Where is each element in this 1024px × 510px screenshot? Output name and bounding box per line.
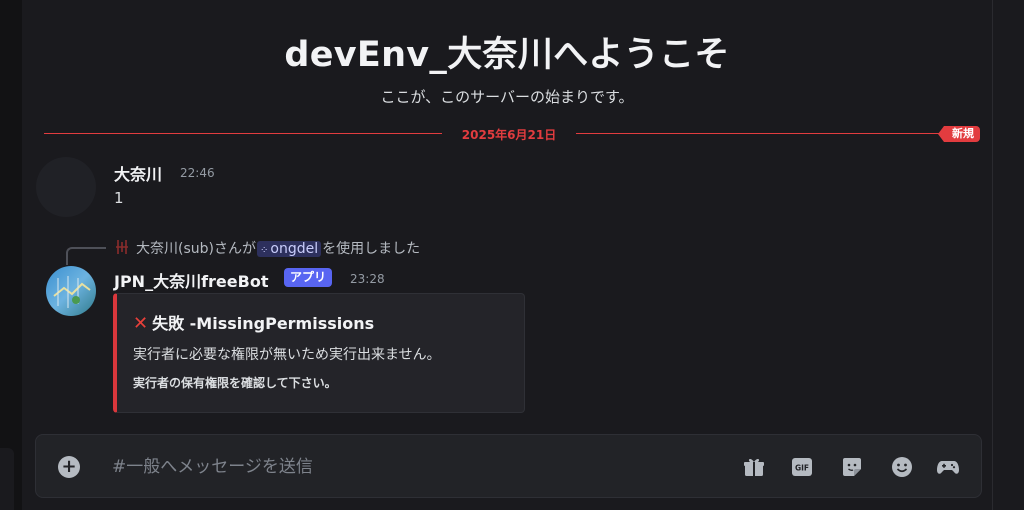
sticker-icon[interactable] [840, 455, 864, 479]
embed-footer-text: 実行者の保有権限を確認して下さい。 [133, 376, 337, 390]
error-embed: ✕ 失敗 -MissingPermissions 実行者に必要な権限が無いため実行… [113, 293, 525, 413]
reply-user[interactable]: 大奈川(sub) [136, 241, 214, 257]
message-input[interactable] [112, 445, 652, 489]
user-panel-edge [0, 448, 14, 510]
avatar[interactable] [36, 157, 96, 217]
new-messages-divider: 2025年6月21日 新規 [44, 126, 980, 142]
emoji-icon[interactable] [890, 455, 914, 479]
game-controller-icon[interactable] [936, 455, 960, 479]
command-reply-header: 大奈川(sub)さんが ⁘ ongdel を使用しました [136, 238, 420, 258]
upload-plus-button[interactable]: + [58, 456, 80, 478]
bot-author[interactable]: JPN_大奈川freeBot [114, 268, 268, 292]
message-timestamp: 23:28 [350, 272, 385, 286]
welcome-title: devEnv_大奈川へようこそ [284, 35, 730, 75]
reply-avatar-icon [116, 240, 128, 254]
embed-title-text: 失敗 -MissingPermissions [152, 314, 375, 333]
app-badge: アプリ [284, 268, 333, 287]
divider-line-left [44, 133, 442, 134]
member-list-edge [992, 0, 1024, 510]
server-list-edge [0, 0, 22, 510]
command-icon: ⁘ [259, 245, 269, 256]
cross-mark-icon: ✕ [133, 313, 149, 334]
command-chip[interactable]: ⁘ ongdel [256, 241, 322, 257]
message-author[interactable]: 大奈川 [114, 161, 162, 185]
embed-description: 実行者に必要な権限が無いため実行出来ません。 [133, 347, 441, 363]
reply-text-after: を使用しました [322, 241, 421, 257]
command-name: ongdel [270, 241, 319, 257]
divider-line-right [576, 133, 940, 134]
gif-icon[interactable]: GIF [790, 455, 814, 479]
welcome-subtitle: ここが、このサーバーの始まりです。 [380, 88, 634, 106]
bot-avatar[interactable] [46, 266, 96, 316]
gift-icon[interactable] [742, 455, 766, 479]
reply-text-before: さんが [213, 241, 256, 257]
embed-title: ✕ 失敗 -MissingPermissions [133, 310, 374, 334]
message-timestamp: 22:46 [180, 166, 215, 180]
reply-connector [66, 247, 106, 265]
new-badge[interactable]: 新規 [938, 126, 980, 142]
message-content: 1 [114, 189, 124, 207]
divider-date: 2025年6月21日 [461, 128, 557, 142]
chat-area: devEnv_大奈川へようこそ ここが、このサーバーの始まりです。 2025年6… [22, 0, 992, 510]
message-composer: + GIF [35, 434, 982, 498]
svg-text:GIF: GIF [795, 464, 809, 473]
